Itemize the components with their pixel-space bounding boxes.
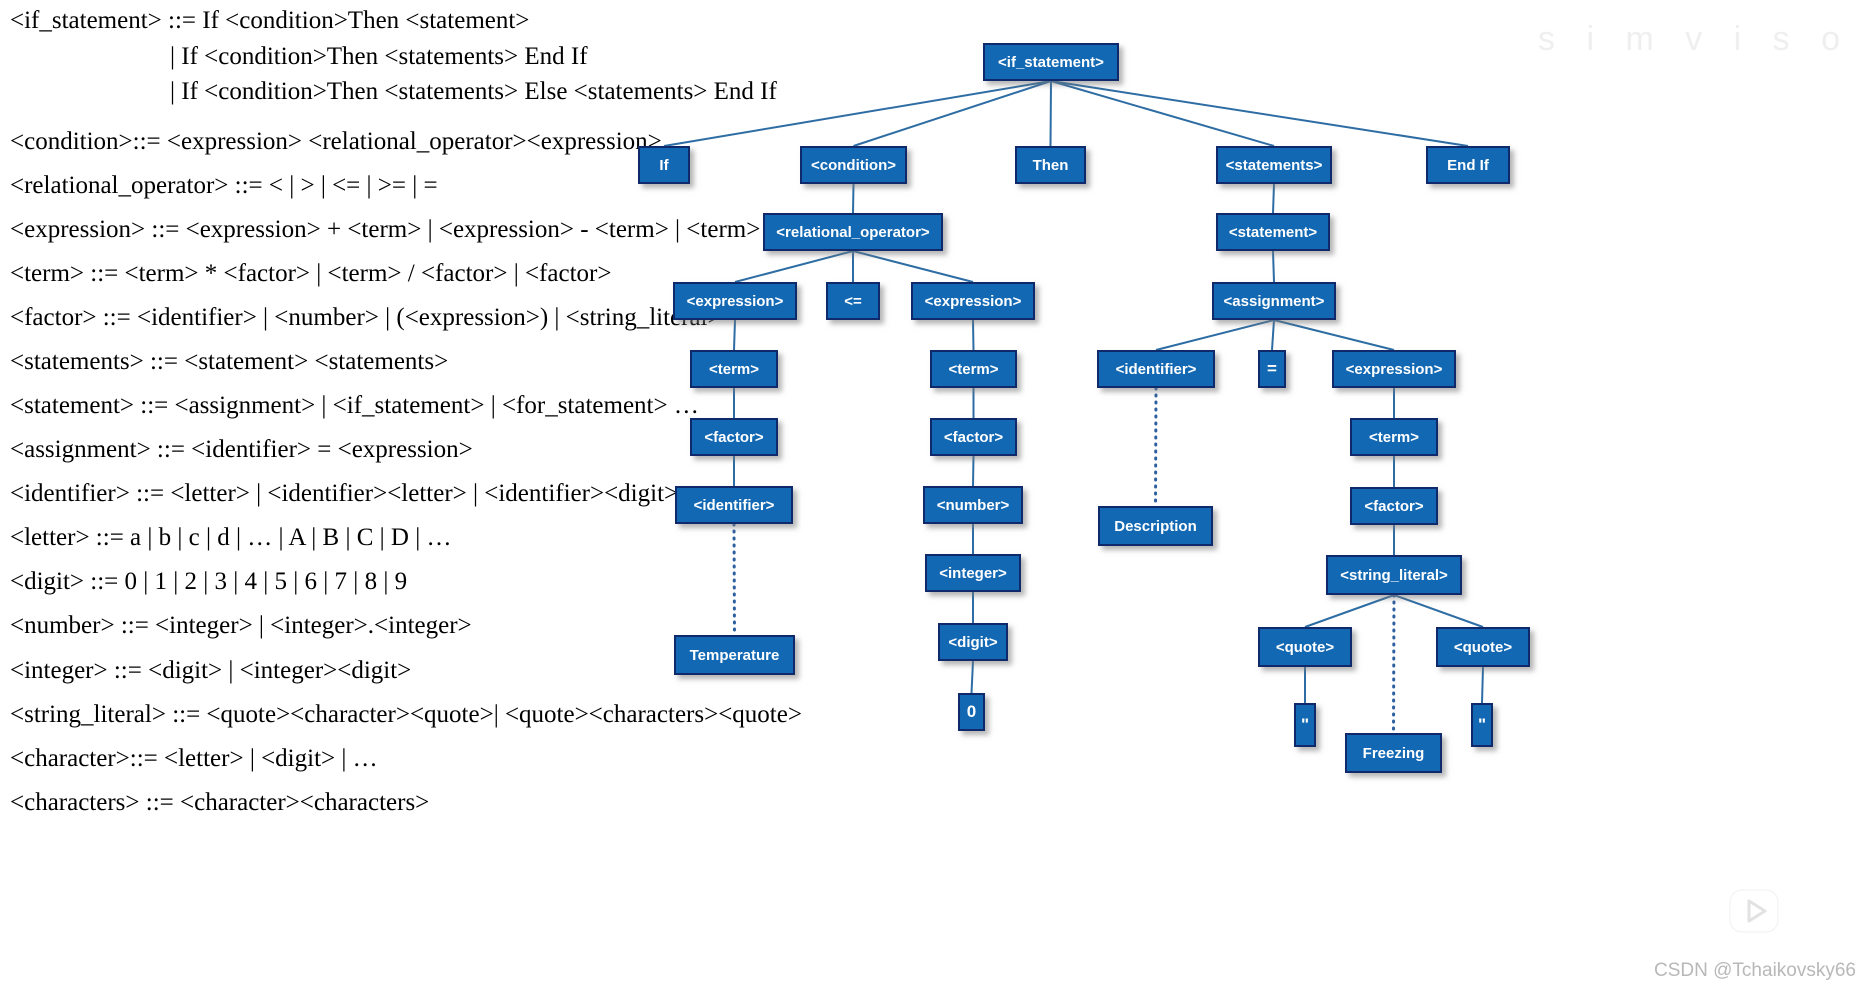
tree-node-identifier_left[interactable]: <identifier> bbox=[675, 486, 793, 524]
bnf-rule-line: <letter> ::= a | b | c | d | … | A | B |… bbox=[10, 524, 452, 551]
tree-node-term_assign[interactable]: <term> bbox=[1350, 418, 1438, 456]
bnf-rule-line: <digit> ::= 0 | 1 | 2 | 3 | 4 | 5 | 6 | … bbox=[10, 568, 408, 595]
tree-edge-digit_node-to-zero_leaf bbox=[970, 660, 974, 694]
tree-edge-if_statement-to-condition bbox=[853, 80, 1052, 147]
tree-node-factor_left[interactable]: <factor> bbox=[690, 418, 778, 456]
tv-play-icon bbox=[1729, 877, 1779, 933]
tree-node-integer_node[interactable]: <integer> bbox=[925, 554, 1021, 592]
tree-edge-relational_op-to-expr_right bbox=[852, 250, 974, 283]
tree-node-expr_assign[interactable]: <expression> bbox=[1332, 350, 1456, 388]
bnf-rule-line: <statement> ::= <assignment> | <if_state… bbox=[10, 392, 699, 419]
tree-node-if_statement[interactable]: <if_statement> bbox=[983, 43, 1119, 81]
tree-node-quote_right[interactable]: <quote> bbox=[1436, 627, 1530, 667]
bnf-rule-line: <number> ::= <integer> | <integer>.<inte… bbox=[10, 612, 472, 639]
tree-edge-assignment-to-expr_assign bbox=[1273, 319, 1395, 351]
tree-node-factor_assign[interactable]: <factor> bbox=[1350, 487, 1438, 525]
csdn-credit-watermark: CSDN @Tchaikovsky66 bbox=[1654, 960, 1856, 981]
bnf-rule-line: <if_statement> ::= If <condition>Then <s… bbox=[10, 7, 530, 34]
tree-node-then_kw[interactable]: Then bbox=[1015, 146, 1086, 184]
tree-node-expr_right[interactable]: <expression> bbox=[911, 282, 1035, 320]
tree-edge-quote_right-to-quote_char_right bbox=[1481, 666, 1484, 704]
tree-edge-string_literal-to-quote_left bbox=[1304, 594, 1395, 628]
tree-edge-string_literal-to-freezing_leaf bbox=[1392, 593, 1396, 735]
tree-node-equals_op[interactable]: = bbox=[1258, 350, 1286, 388]
tree-node-identifier_right[interactable]: <identifier> bbox=[1097, 350, 1215, 388]
bnf-rule-line: | If <condition>Then <statements> End If bbox=[170, 43, 588, 70]
tree-edge-if_statement-to-then_kw bbox=[1049, 80, 1052, 147]
tree-edge-string_literal-to-quote_right bbox=[1393, 594, 1484, 628]
tree-edge-factor_right-to-number_node bbox=[972, 455, 975, 487]
tree-edge-condition-to-relational_op bbox=[852, 183, 855, 214]
tree-edge-identifier_right-to-description_leaf bbox=[1154, 386, 1158, 508]
bnf-rule-line: <term> ::= <term> * <factor> | <term> / … bbox=[10, 260, 612, 287]
tree-node-description_leaf[interactable]: Description bbox=[1098, 506, 1213, 546]
tree-edge-if_statement-to-end_if_kw bbox=[1050, 80, 1469, 147]
tree-edge-relational_op-to-expr_left bbox=[734, 250, 854, 283]
tree-edge-statement-to-assignment bbox=[1272, 250, 1275, 283]
tree-node-quote_left[interactable]: <quote> bbox=[1258, 627, 1352, 667]
tree-node-zero_leaf[interactable]: 0 bbox=[958, 693, 985, 731]
tree-node-expr_left[interactable]: <expression> bbox=[673, 282, 797, 320]
bnf-rule-line: | If <condition>Then <statements> Else <… bbox=[170, 78, 777, 105]
tree-node-temperature_leaf[interactable]: Temperature bbox=[674, 635, 795, 675]
tree-edge-if_statement-to-statements bbox=[1050, 80, 1275, 147]
bnf-rule-line: <characters> ::= <character><characters> bbox=[10, 789, 430, 816]
tree-node-end_if_kw[interactable]: End If bbox=[1426, 146, 1510, 184]
simviso-watermark: s i m v i s o bbox=[1538, 20, 1852, 58]
tree-node-factor_right[interactable]: <factor> bbox=[930, 418, 1017, 456]
bnf-rule-line: <character>::= <letter> | <digit> | … bbox=[10, 745, 378, 772]
tree-node-number_node[interactable]: <number> bbox=[923, 486, 1023, 524]
tree-node-digit_node[interactable]: <digit> bbox=[938, 623, 1008, 661]
tree-edge-identifier_left-to-temperature_leaf bbox=[732, 522, 736, 637]
tree-node-string_literal[interactable]: <string_literal> bbox=[1326, 555, 1462, 595]
tree-node-if_kw[interactable]: If bbox=[638, 146, 690, 184]
bnf-rule-line: <statements> ::= <statement> <statements… bbox=[10, 348, 449, 375]
tree-node-quote_char_right[interactable]: " bbox=[1471, 703, 1493, 747]
tree-edge-assignment-to-identifier_right bbox=[1155, 319, 1275, 351]
tree-node-statements[interactable]: <statements> bbox=[1216, 146, 1332, 184]
tree-edge-expr_right-to-term_right bbox=[972, 319, 975, 351]
parse-tree-diagram-page: <if_statement> ::= If <condition>Then <s… bbox=[0, 0, 1868, 988]
bnf-rule-line: <string_literal> ::= <quote><character><… bbox=[10, 701, 802, 728]
tree-edge-assignment-to-equals_op bbox=[1271, 319, 1275, 351]
tree-edge-expr_left-to-term_left bbox=[733, 319, 736, 351]
bnf-rule-line: <assignment> ::= <identifier> = <express… bbox=[10, 436, 473, 463]
tree-node-lte_op[interactable]: <= bbox=[826, 282, 880, 320]
tree-node-term_left[interactable]: <term> bbox=[690, 350, 778, 388]
bnf-rule-line: <condition>::= <expression> <relational_… bbox=[10, 128, 662, 155]
tree-node-relational_op[interactable]: <relational_operator> bbox=[763, 213, 943, 251]
bnf-rule-line: <relational_operator> ::= < | > | <= | >… bbox=[10, 172, 438, 199]
tree-node-condition[interactable]: <condition> bbox=[800, 146, 907, 184]
bnf-rule-line: <integer> ::= <digit> | <integer><digit> bbox=[10, 657, 412, 684]
tree-node-term_right[interactable]: <term> bbox=[930, 350, 1017, 388]
bnf-rule-line: <factor> ::= <identifier> | <number> | (… bbox=[10, 304, 722, 331]
tree-edge-statements-to-statement bbox=[1272, 183, 1275, 214]
tree-node-freezing_leaf[interactable]: Freezing bbox=[1345, 733, 1442, 773]
tree-node-quote_char_left[interactable]: " bbox=[1294, 703, 1316, 747]
bnf-rule-line: <identifier> ::= <letter> | <identifier>… bbox=[10, 480, 679, 507]
bnf-rule-line: <expression> ::= <expression> + <term> |… bbox=[10, 216, 761, 243]
tree-node-statement[interactable]: <statement> bbox=[1216, 213, 1330, 251]
tree-node-assignment[interactable]: <assignment> bbox=[1212, 282, 1336, 320]
